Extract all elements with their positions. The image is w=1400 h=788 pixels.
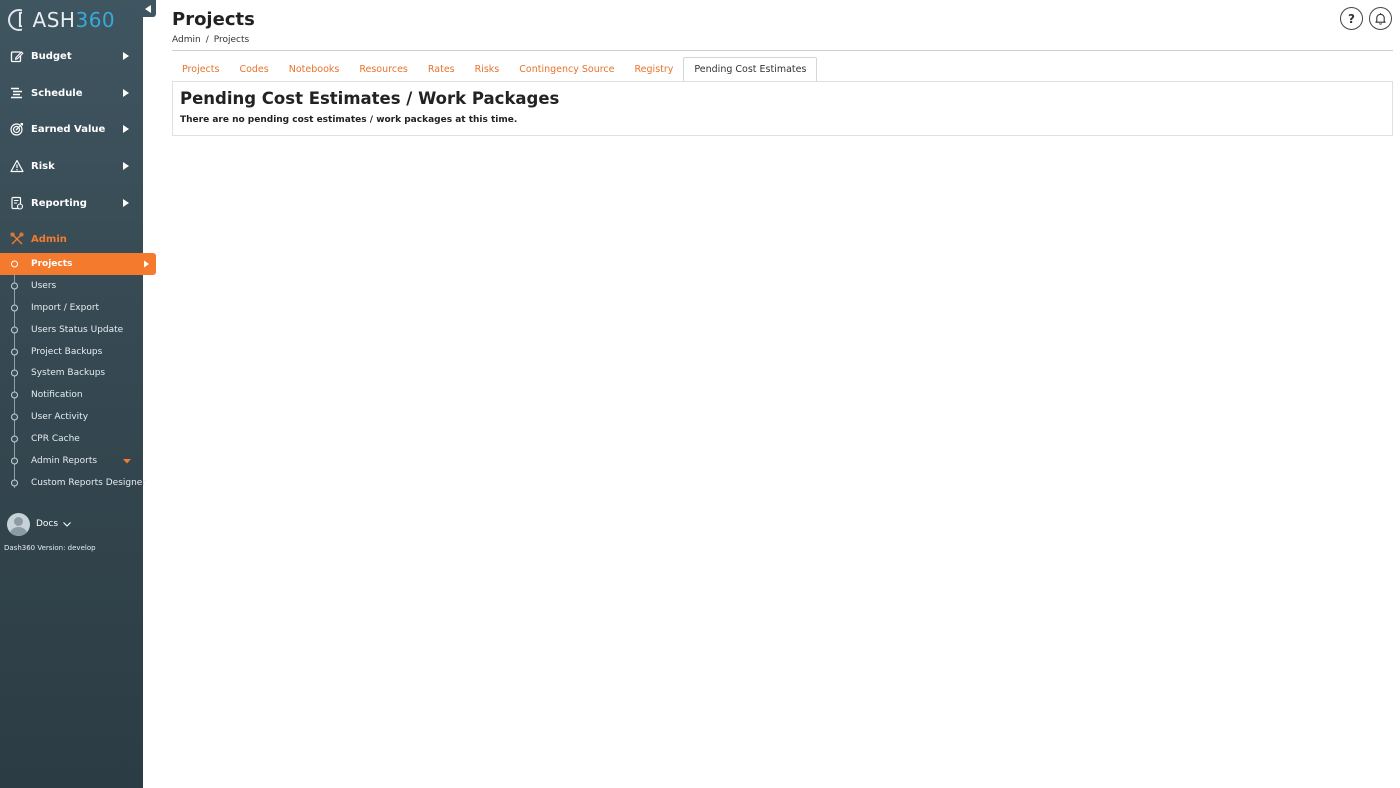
sidebar-subitem-label: Admin Reports <box>31 456 98 466</box>
user-menu[interactable]: Docs <box>7 512 71 536</box>
tools-icon <box>10 232 24 245</box>
sidebar-item-reporting[interactable]: Reporting <box>0 186 143 220</box>
sidebar: DASH 360 Budget Schedule Earned Value Ris… <box>0 0 156 788</box>
sidebar-item-schedule[interactable]: Schedule <box>0 76 143 110</box>
sidebar-subitem-users-status-update[interactable]: Users Status Update <box>0 320 143 340</box>
tab-bar: Projects Codes Notebooks Resources Rates… <box>172 57 818 82</box>
caret-right-icon <box>144 260 149 268</box>
warning-icon <box>10 159 24 173</box>
breadcrumb-projects[interactable]: Projects <box>214 35 249 45</box>
help-icon: ? <box>1348 11 1355 26</box>
sidebar-subitem-label: Notification <box>31 390 83 400</box>
sidebar-subitem-users[interactable]: Users <box>0 276 143 296</box>
bullet-icon <box>11 413 18 421</box>
bullet-icon <box>11 435 18 443</box>
tab-registry[interactable]: Registry <box>625 57 684 82</box>
sidebar-item-label: Risk <box>31 160 55 172</box>
bullet-icon <box>11 282 18 290</box>
help-button[interactable]: ? <box>1340 7 1363 30</box>
caret-right-icon <box>123 89 129 97</box>
sidebar-subitem-user-activity[interactable]: User Activity <box>0 407 143 427</box>
sidebar-subitem-custom-reports-designer[interactable]: Custom Reports Designer <box>0 473 147 493</box>
sidebar-collapse-button[interactable] <box>139 0 156 17</box>
breadcrumb: Admin / Projects <box>172 35 249 45</box>
logo-ring-icon <box>8 9 32 31</box>
caret-right-icon <box>123 52 129 60</box>
sidebar-item-label: Budget <box>31 50 72 62</box>
list-icon <box>11 87 22 99</box>
sidebar-subitem-system-backups[interactable]: System Backups <box>0 363 143 383</box>
notifications-button[interactable] <box>1369 7 1392 30</box>
sidebar-item-label: Admin <box>31 233 67 245</box>
sidebar-subitem-label: CPR Cache <box>31 434 80 444</box>
sidebar-subitem-label: Users Status Update <box>31 325 124 335</box>
bullet-icon <box>11 326 18 334</box>
bullet-icon <box>11 479 18 487</box>
sidebar-subitem-admin-reports[interactable]: Admin Reports <box>0 451 143 471</box>
bullet-icon <box>11 260 18 268</box>
chevron-down-icon <box>63 521 71 527</box>
breadcrumb-admin[interactable]: Admin <box>172 35 201 45</box>
panel-title: Pending Cost Estimates / Work Packages <box>180 89 560 108</box>
bullet-icon <box>11 369 18 377</box>
avatar <box>7 512 30 536</box>
tab-panel: Pending Cost Estimates / Work Packages T… <box>172 81 1393 136</box>
tab-pending-cost-estimates[interactable]: Pending Cost Estimates <box>683 57 818 82</box>
page-title: Projects <box>172 9 255 30</box>
caret-left-icon <box>145 4 151 13</box>
sidebar-subitem-import-export[interactable]: Import / Export <box>0 298 143 318</box>
sidebar-subitem-label: Projects <box>31 259 73 269</box>
sidebar-subitem-label: Project Backups <box>31 347 103 357</box>
sidebar-item-earned-value[interactable]: Earned Value <box>0 112 143 146</box>
sidebar-subitem-label: Custom Reports Designer <box>31 478 147 488</box>
empty-state-message: There are no pending cost estimates / wo… <box>180 115 518 125</box>
user-name: Docs <box>36 519 59 529</box>
app-version: Dash360 Version: develop <box>4 544 96 552</box>
tab-projects[interactable]: Projects <box>172 57 229 82</box>
sidebar-item-admin[interactable]: Admin <box>0 222 143 464</box>
caret-right-icon <box>123 162 129 170</box>
tab-notebooks[interactable]: Notebooks <box>279 57 350 82</box>
sidebar-subitem-label: System Backups <box>31 368 106 378</box>
tab-codes[interactable]: Codes <box>229 57 278 82</box>
header-divider <box>172 50 1393 51</box>
tab-contingency-source[interactable]: Contingency Source <box>509 57 624 82</box>
bullet-icon <box>11 348 18 356</box>
edit-icon <box>10 51 24 63</box>
tab-rates[interactable]: Rates <box>418 57 465 82</box>
bullet-icon <box>11 304 18 312</box>
sidebar-item-label: Earned Value <box>31 123 106 135</box>
sidebar-subitem-label: Import / Export <box>31 303 100 313</box>
sidebar-subitem-label: Users <box>31 281 57 291</box>
target-icon <box>10 122 24 136</box>
tab-risks[interactable]: Risks <box>465 57 510 82</box>
sidebar-item-label: Schedule <box>31 87 83 99</box>
tab-resources[interactable]: Resources <box>349 57 418 82</box>
sidebar-item-risk[interactable]: Risk <box>0 149 143 183</box>
sidebar-item-budget[interactable]: Budget <box>0 39 143 73</box>
report-icon <box>11 196 24 210</box>
sidebar-subitem-projects[interactable]: Projects <box>0 253 156 275</box>
sidebar-item-label: Reporting <box>31 197 87 209</box>
breadcrumb-separator: / <box>205 35 209 45</box>
sidebar-subitem-cpr-cache[interactable]: CPR Cache <box>0 429 143 449</box>
caret-right-icon <box>123 199 129 207</box>
sidebar-subitem-notification[interactable]: Notification <box>0 385 143 405</box>
sidebar-subitem-label: User Activity <box>31 412 89 422</box>
bullet-icon <box>11 391 18 399</box>
bullet-icon <box>11 457 18 465</box>
dash360-logo[interactable]: DASH 360 <box>8 5 115 35</box>
caret-right-icon <box>123 125 129 133</box>
sidebar-subitem-project-backups[interactable]: Project Backups <box>0 342 143 362</box>
logo-text-360: 360 <box>75 8 116 32</box>
bell-icon <box>1375 13 1386 25</box>
